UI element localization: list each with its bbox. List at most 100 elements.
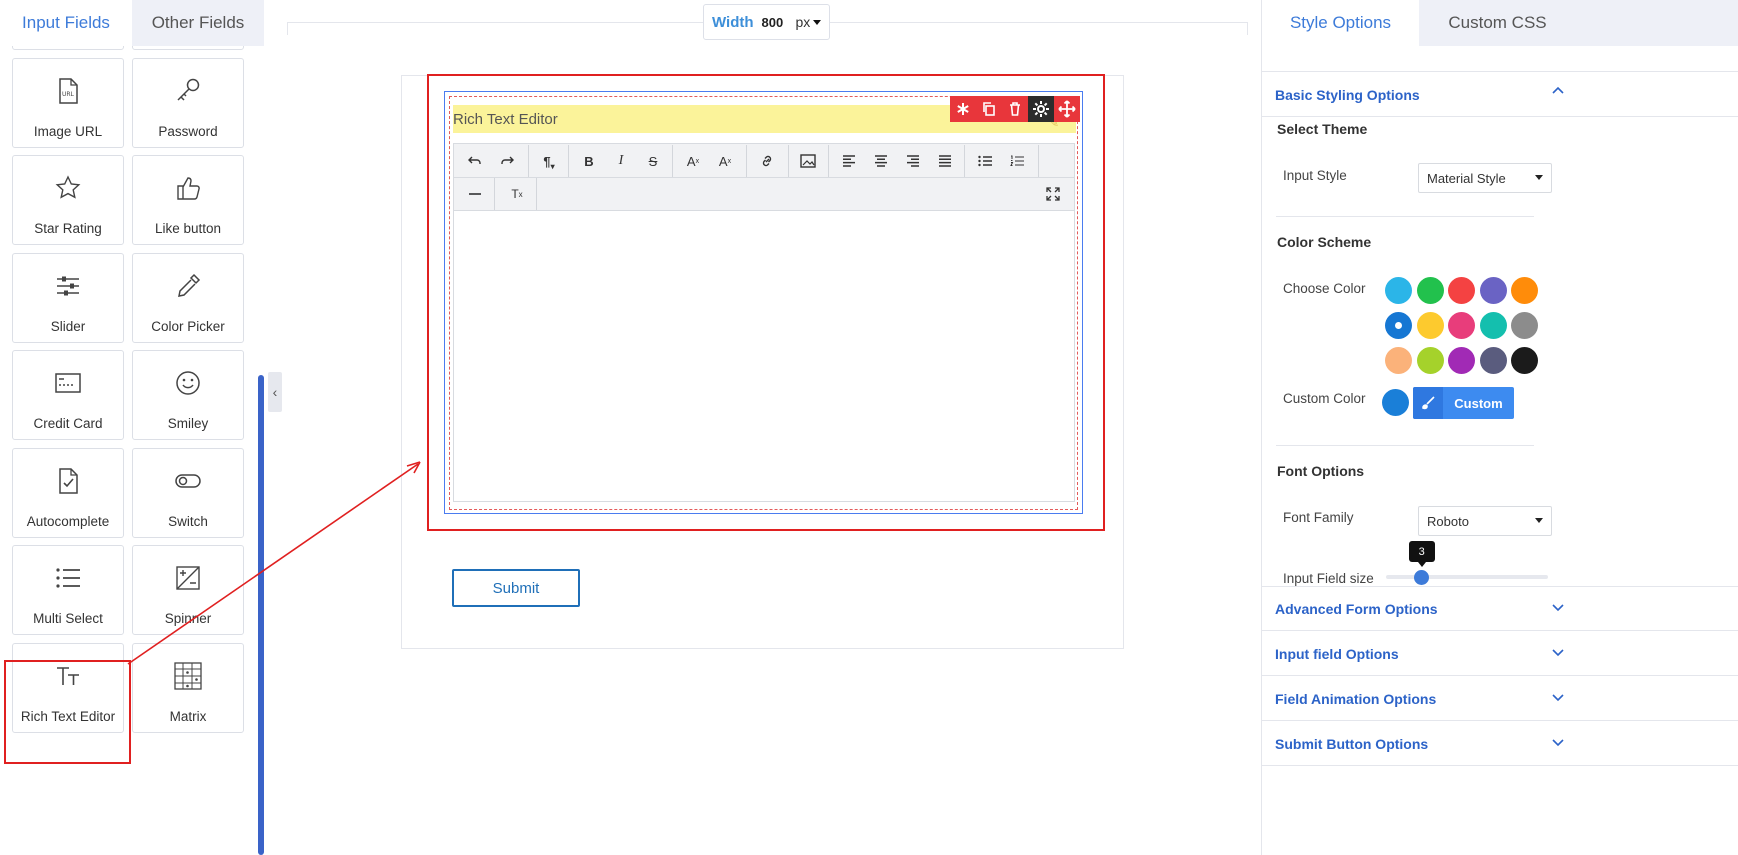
color-swatch[interactable] [1448,312,1475,339]
horizontal-line-icon[interactable] [462,178,488,210]
subscript-icon[interactable]: Ax [712,145,738,177]
fields-tabs: Input Fields Other Fields [0,0,265,46]
chevron-down-icon[interactable] [1552,739,1564,747]
bullet-list-icon[interactable] [972,145,998,177]
chevron-up-icon[interactable] [1552,86,1564,94]
color-swatch[interactable] [1385,277,1412,304]
align-center-icon[interactable] [868,145,894,177]
tab-style-options[interactable]: Style Options [1262,0,1419,46]
width-label: Width [712,13,754,31]
undo-icon[interactable] [462,145,488,177]
field-card[interactable]: Credit Card [12,350,124,440]
field-card[interactable]: Smiley [132,350,244,440]
field-card[interactable]: Spinner [132,545,244,635]
eyedropper-icon [174,272,202,300]
align-left-icon[interactable] [836,145,862,177]
color-swatch[interactable] [1448,347,1475,374]
settings-gear-icon[interactable] [1028,96,1054,122]
color-swatch[interactable] [1416,312,1444,339]
field-card-label: Matrix [169,708,207,724]
width-input[interactable]: 800 [762,8,796,36]
color-swatch[interactable] [1416,347,1444,374]
field-size-slider[interactable] [1386,575,1548,579]
color-scheme-heading: Color Scheme [1277,234,1372,250]
bold-icon[interactable]: B [576,145,602,177]
field-toolbar [950,96,1080,122]
link-icon[interactable] [752,145,782,177]
color-swatch[interactable] [1479,312,1507,339]
file-check-icon [54,467,82,495]
field-card-label: Star Rating [34,221,102,236]
italic-icon[interactable]: I [608,145,634,177]
width-control: Width 800 px [703,4,830,40]
field-card[interactable]: Multi Select [12,545,124,635]
unit-caret-icon[interactable] [813,19,822,25]
field-card-label: Slider [50,318,86,334]
section-header[interactable]: Advanced Form Options [1275,601,1438,617]
custom-color-button[interactable]: Custom [1413,387,1514,419]
paragraph-format-icon[interactable]: ¶ ▾ [534,145,564,177]
field-card-label: Smiley [167,416,209,431]
tab-custom-css[interactable]: Custom CSS [1419,0,1576,46]
chevron-down-icon[interactable] [1552,649,1564,657]
input-style-select[interactable]: Material Style [1418,163,1552,193]
align-right-icon[interactable] [900,145,926,177]
duplicate-icon[interactable] [976,96,1002,122]
field-card-label: Like button [154,221,222,236]
section-header[interactable]: Input field Options [1275,646,1399,662]
clear-formatting-icon[interactable]: Tx [504,178,530,210]
field-size-slider-handle[interactable] [1413,570,1429,585]
redo-icon[interactable] [494,145,520,177]
font-family-select[interactable]: Roboto [1418,506,1552,536]
field-card[interactable]: Slider [12,252,124,343]
rich-text-editor: ¶ ▾ B I S Ax Ax Tx [453,143,1075,502]
toggle-icon [174,467,202,495]
field-card[interactable]: URL Image URL [12,57,124,148]
custom-color-preview[interactable] [1382,389,1409,416]
delete-icon[interactable] [1002,96,1028,122]
tab-other-fields[interactable]: Other Fields [132,0,264,46]
field-card[interactable]: Autocomplete [12,447,124,538]
section-header[interactable]: Submit Button Options [1275,736,1428,752]
url-file-icon: URL [54,77,82,105]
field-card[interactable]: Matrix [132,642,244,733]
field-card[interactable]: Like button [132,155,244,245]
field-card[interactable]: Color Picker [132,252,244,343]
editor-content-area[interactable] [454,211,1074,501]
choose-color-label: Choose Color [1283,281,1366,296]
collapse-panel-button[interactable]: ‹ [268,372,282,412]
fields-scrollbar[interactable] [258,375,264,855]
star-icon [54,174,82,202]
align-justify-icon[interactable] [932,145,958,177]
basic-styling-header[interactable]: Basic Styling Options [1275,87,1420,103]
color-swatch[interactable] [1416,277,1444,304]
required-icon[interactable] [950,96,976,122]
color-swatch[interactable] [1385,312,1412,339]
field-card-label: Autocomplete [26,513,110,529]
color-swatch[interactable] [1479,277,1507,304]
superscript-icon[interactable]: Ax [680,145,706,177]
width-unit-select[interactable]: px [796,14,811,30]
field-card[interactable]: Password [132,57,244,148]
field-card[interactable]: Switch [132,447,244,538]
numbered-list-icon[interactable] [1004,145,1030,177]
submit-button[interactable]: Submit [452,569,580,607]
color-swatch[interactable] [1511,277,1538,304]
field-card[interactable]: Star Rating [12,155,124,245]
chevron-down-icon[interactable] [1552,604,1564,612]
field-card-label: Color Picker [151,318,225,334]
editor-toolbar: ¶ ▾ B I S Ax Ax Tx [454,144,1074,211]
color-swatch[interactable] [1448,277,1475,304]
tab-input-fields[interactable]: Input Fields [0,0,132,46]
fullscreen-icon[interactable] [1040,178,1066,210]
chevron-down-icon[interactable] [1552,694,1564,702]
section-header[interactable]: Field Animation Options [1275,691,1436,707]
field-card-label: Multi Select [33,611,103,626]
move-icon[interactable] [1054,96,1080,122]
image-icon[interactable] [794,145,822,177]
color-swatch[interactable] [1511,347,1538,374]
color-swatch[interactable] [1511,312,1538,339]
strikethrough-icon[interactable]: S [640,145,666,177]
color-swatch[interactable] [1479,347,1507,374]
color-swatch[interactable] [1385,347,1412,374]
